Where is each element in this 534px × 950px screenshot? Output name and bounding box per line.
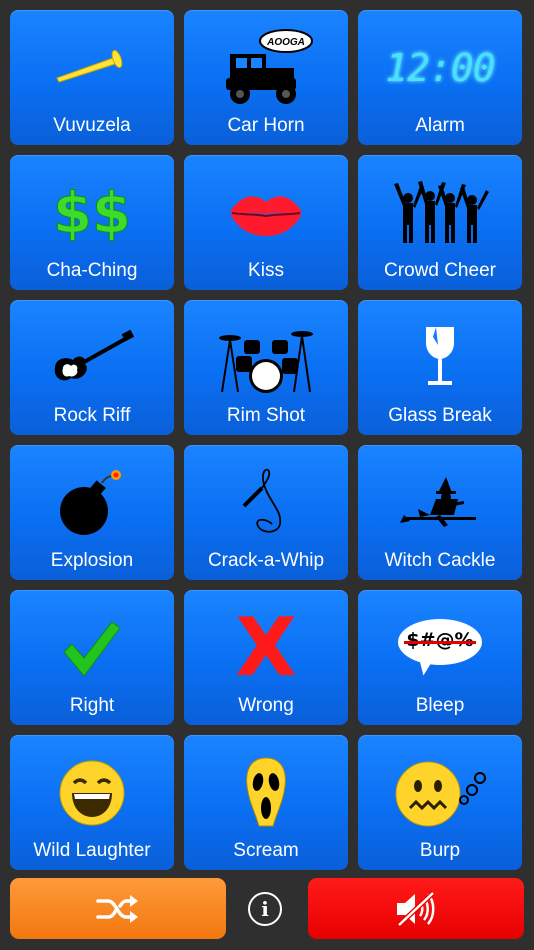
laughing-face-icon: [10, 747, 174, 839]
tile-label: Rim Shot: [226, 405, 306, 426]
tile-rim-shot[interactable]: Rim Shot: [184, 300, 348, 435]
tile-scream[interactable]: Scream: [184, 735, 348, 870]
bottom-toolbar: i: [0, 878, 534, 940]
tile-bleep[interactable]: $#@% Bleep: [358, 590, 522, 725]
tile-vuvuzela[interactable]: Vuvuzela: [10, 10, 174, 145]
scream-mask-icon: [184, 747, 348, 839]
shuffle-button[interactable]: [10, 878, 226, 939]
info-icon: i: [261, 897, 269, 921]
burp-face-icon: [358, 747, 522, 839]
censored-speech-icon: $#@%: [358, 602, 522, 694]
tile-label: Wild Laughter: [33, 840, 151, 861]
broken-glass-icon: [358, 312, 522, 404]
tile-car-horn[interactable]: AOOGA Car Horn: [184, 10, 348, 145]
tile-cha-ching[interactable]: $$ Cha-Ching: [10, 155, 174, 290]
x-symbol: X: [235, 601, 297, 694]
mute-button[interactable]: [308, 878, 524, 939]
tile-label: Glass Break: [388, 405, 492, 426]
tile-label: Explosion: [50, 550, 134, 571]
alarm-clock-icon: 12:00: [358, 22, 522, 114]
tile-label: Bleep: [415, 695, 465, 716]
tile-crowd-cheer[interactable]: Crowd Cheer: [358, 155, 522, 290]
vuvuzela-icon: [10, 22, 174, 114]
car-horn-badge: AOOGA: [266, 37, 305, 48]
crowd-icon: [358, 167, 522, 259]
tile-label: Vuvuzela: [53, 115, 131, 136]
dollar-symbol: $$: [53, 180, 132, 246]
info-button[interactable]: i: [248, 892, 282, 926]
tile-label: Right: [69, 695, 115, 716]
speaker-muted-icon: [397, 890, 435, 927]
tile-label: Kiss: [248, 260, 284, 281]
x-mark-icon: X: [184, 602, 348, 694]
tile-wild-laughter[interactable]: Wild Laughter: [10, 735, 174, 870]
tile-label: Burp: [419, 840, 461, 861]
bleep-symbol: $#@%: [406, 629, 474, 651]
lips-icon: [184, 167, 348, 259]
tile-glass-break[interactable]: Glass Break: [358, 300, 522, 435]
tile-label: Alarm: [415, 115, 465, 136]
witch-icon: [358, 457, 522, 549]
tile-label: Wrong: [238, 695, 294, 716]
tile-label: Rock Riff: [53, 405, 131, 426]
sound-grid: Vuvuzela AOOGA Car Horn 12:00 Alarm $$ C…: [10, 10, 522, 870]
tile-label: Car Horn: [227, 115, 305, 136]
tile-wrong[interactable]: X Wrong: [184, 590, 348, 725]
tile-rock-riff[interactable]: Rock Riff: [10, 300, 174, 435]
drum-kit-icon: [184, 312, 348, 404]
checkmark-icon: [10, 602, 174, 694]
tile-witch-cackle[interactable]: Witch Cackle: [358, 445, 522, 580]
tile-label: Cha-Ching: [46, 260, 138, 281]
tile-label: Crack-a-Whip: [207, 550, 325, 571]
tile-alarm[interactable]: 12:00 Alarm: [358, 10, 522, 145]
guitar-icon: [10, 312, 174, 404]
tile-right[interactable]: Right: [10, 590, 174, 725]
car-horn-icon: AOOGA: [184, 22, 348, 114]
tile-explosion[interactable]: Explosion: [10, 445, 174, 580]
tile-label: Witch Cackle: [384, 550, 496, 571]
shuffle-icon: [96, 894, 138, 923]
dollar-signs-icon: $$: [10, 167, 174, 259]
bomb-icon: [10, 457, 174, 549]
tile-crack-a-whip[interactable]: Crack-a-Whip: [184, 445, 348, 580]
tile-burp[interactable]: Burp: [358, 735, 522, 870]
tile-label: Crowd Cheer: [384, 260, 496, 281]
tile-label: Scream: [233, 840, 299, 861]
tile-kiss[interactable]: Kiss: [184, 155, 348, 290]
alarm-display: 12:00: [385, 46, 495, 90]
whip-icon: [184, 457, 348, 549]
